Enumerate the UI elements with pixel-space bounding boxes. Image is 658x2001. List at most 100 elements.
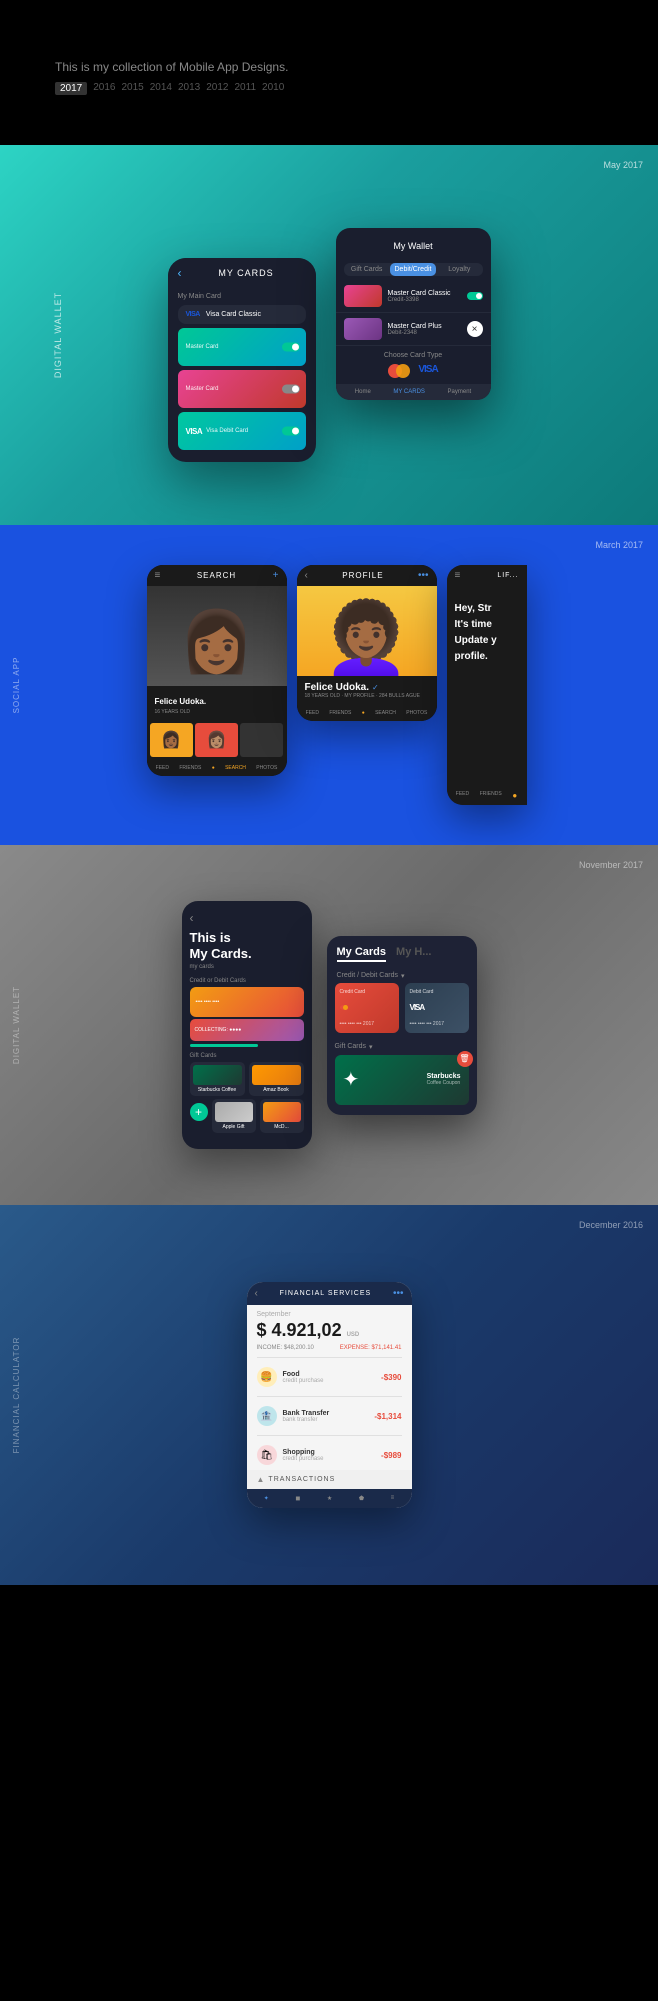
finance-nav-4[interactable]: ⬟ (359, 1495, 364, 1502)
visa-type-icon[interactable]: VISA (418, 364, 437, 378)
orange-card-text: •••• •••• •••• (196, 999, 220, 1005)
search-header: ≡ SEARCH + (147, 565, 287, 586)
profile-search-nav[interactable]: SEARCH (375, 710, 396, 716)
finance-nav-1[interactable]: ✦ (264, 1495, 269, 1502)
year-2013[interactable]: 2013 (178, 82, 200, 95)
left-back-icon[interactable]: ‹ (190, 911, 304, 925)
year-2015[interactable]: 2015 (122, 82, 144, 95)
gift-cards-label: Gift Cards (190, 1053, 304, 1059)
amazon-thumb (252, 1065, 301, 1085)
food-amount: -$390 (381, 1373, 401, 1382)
year-2014[interactable]: 2014 (150, 82, 172, 95)
shopping-transaction[interactable]: 🛍 Shopping credit purchase -$989 (247, 1440, 412, 1470)
profile-more-icon[interactable]: ••• (418, 570, 429, 581)
more-gift-row: + Apple Gift McD... (190, 1099, 304, 1133)
partial-footer: FEED FRIENDS ● (447, 786, 527, 805)
expense-label: EXPENSE: $71,141.41 (340, 1345, 402, 1351)
mastercard-type-icon[interactable] (388, 364, 410, 378)
social-phones-container: ≡ SEARCH + 👩🏾 Felice Udoka. 16 YEARS OLD… (147, 565, 527, 805)
my-cards-phone: ‹ MY CARDS My Main Card VISA Visa Card C… (168, 258, 316, 462)
wallet-nav-home[interactable]: Home (355, 389, 371, 395)
search-feed-nav[interactable]: FEED (156, 765, 169, 771)
starbucks-card[interactable]: ✦ Starbucks Coffee Coupon 🗑 (335, 1055, 469, 1105)
visa-debit-icon: VISA (410, 1003, 464, 1012)
finance-more-icon[interactable]: ••• (393, 1288, 404, 1299)
green-mastercard[interactable]: Master Card (178, 328, 306, 366)
shopping-amount: -$989 (381, 1451, 401, 1460)
finance-title: FINANCIAL SERVICES (280, 1290, 372, 1297)
search-friends-nav[interactable]: FRIENDS (179, 765, 201, 771)
profile-feed-nav[interactable]: FEED (306, 710, 319, 716)
apple-gift-item[interactable]: Apple Gift (212, 1099, 256, 1133)
gift-dropdown-icon[interactable]: ▾ (369, 1043, 373, 1051)
dropdown-icon[interactable]: ▾ (401, 972, 405, 980)
my-cards-right-panel: My Cards My H... Credit / Debit Cards ▾ … (327, 936, 477, 1115)
card-toggle-3[interactable] (282, 427, 300, 436)
purple-card[interactable]: COLLECTING: ●●●● (190, 1019, 304, 1041)
finance-bottom-nav: ✦ ◼ ★ ⬟ ≡ (247, 1489, 412, 1508)
profile-photos-nav[interactable]: PHOTOS (406, 710, 427, 716)
wallet-card-thumb-2 (344, 318, 382, 340)
search-search-nav[interactable]: SEARCH (225, 765, 246, 771)
search-dot[interactable]: ● (212, 765, 215, 771)
wallet-nav-mycards[interactable]: MY CARDS (393, 389, 425, 395)
red-mastercard[interactable]: Master Card (178, 370, 306, 408)
master-card-label-2: Master Card (186, 386, 219, 392)
profile-header: ‹ PROFILE ••• (297, 565, 437, 586)
close-card-button[interactable]: × (467, 321, 483, 337)
delete-starbucks-button[interactable]: 🗑 (457, 1051, 473, 1067)
section-date-2: March 2017 (595, 540, 643, 550)
card-toggle-2[interactable] (282, 385, 300, 394)
wallet-card-toggle-1[interactable] (467, 292, 483, 300)
amazon-gift-item[interactable]: Amaz Book (249, 1062, 304, 1096)
search-add-icon[interactable]: + (273, 570, 279, 581)
divider-2 (257, 1396, 402, 1397)
finance-phone: ‹ FINANCIAL SERVICES ••• September $ 4.9… (247, 1282, 412, 1508)
year-2016[interactable]: 2016 (93, 82, 115, 95)
partial-friends-nav[interactable]: FRIENDS (480, 791, 502, 800)
orange-credit-card[interactable]: •••• •••• •••• (190, 987, 304, 1017)
finance-nav-2[interactable]: ◼ (295, 1495, 300, 1502)
bank-transfer-transaction[interactable]: 🏦 Bank Transfer bank transfer -$1,314 (247, 1401, 412, 1431)
starbucks-name: Starbucks (427, 1073, 461, 1080)
year-2017[interactable]: 2017 (55, 82, 87, 95)
year-2011[interactable]: 2011 (235, 82, 257, 95)
food-transaction[interactable]: 🍔 Food credit purchase -$390 (247, 1362, 412, 1392)
partial-feed-nav[interactable]: FEED (456, 791, 469, 800)
finance-nav-5[interactable]: ≡ (391, 1495, 395, 1502)
year-2012[interactable]: 2012 (206, 82, 228, 95)
finance-back-icon[interactable]: ‹ (255, 1288, 258, 1299)
visa-card-name: Visa Card Classic (206, 311, 298, 318)
profile-dot[interactable]: ● (362, 710, 365, 716)
finance-nav-3[interactable]: ★ (327, 1495, 332, 1502)
partial-menu-icon[interactable]: ≡ (455, 570, 461, 581)
add-card-button[interactable]: + (190, 1103, 208, 1121)
mcdo-gift-item[interactable]: McD... (260, 1099, 304, 1133)
starbucks-type: Coffee Coupon (427, 1080, 461, 1086)
gift-cards-section-label: Gift Cards ▾ (335, 1043, 469, 1051)
wallet-card-row-2[interactable]: Master Card Plus Debit-2348 × (336, 313, 491, 346)
starbucks-label: Starbucks Coffee (193, 1087, 242, 1093)
partial-phone: ≡ LIF... Hey, StrIt's timeUpdate yprofil… (447, 565, 527, 805)
hey-text-container: Hey, StrIt's timeUpdate yprofile. (447, 586, 527, 786)
wallet-card-row-1[interactable]: Master Card Classic Credit-3398 (336, 280, 491, 313)
starbucks-gift-item[interactable]: Starbucks Coffee (190, 1062, 245, 1096)
loyalty-tab[interactable]: Loyalty (436, 263, 482, 276)
debit-credit-tab[interactable]: Debit/Credit (390, 263, 436, 276)
gift-cards-tab[interactable]: Gift Cards (344, 263, 390, 276)
search-photos-nav[interactable]: PHOTOS (256, 765, 277, 771)
wallet-nav-payment[interactable]: Payment (448, 389, 472, 395)
teal-visa-card[interactable]: VISA Visa Debit Card (178, 412, 306, 450)
bank-date: bank transfer (283, 1417, 369, 1423)
profile-friends-nav[interactable]: FRIENDS (329, 710, 351, 716)
choose-label: Choose Card Type (344, 352, 483, 359)
credit-card-item[interactable]: Credit Card •••• •••• ••• 2017 (335, 983, 399, 1033)
card-toggle-1[interactable] (282, 343, 300, 352)
bank-trans-info: Bank Transfer bank transfer (283, 1410, 369, 1423)
back-icon[interactable]: ‹ (178, 266, 182, 280)
hero-section: This is my collection of Mobile App Desi… (0, 0, 658, 145)
year-2010[interactable]: 2010 (262, 82, 284, 95)
food-icon: 🍔 (257, 1367, 277, 1387)
debit-card-item[interactable]: Debit Card VISA •••• •••• ••• 2017 (405, 983, 469, 1033)
visa-card-item[interactable]: VISA Visa Card Classic (178, 305, 306, 324)
